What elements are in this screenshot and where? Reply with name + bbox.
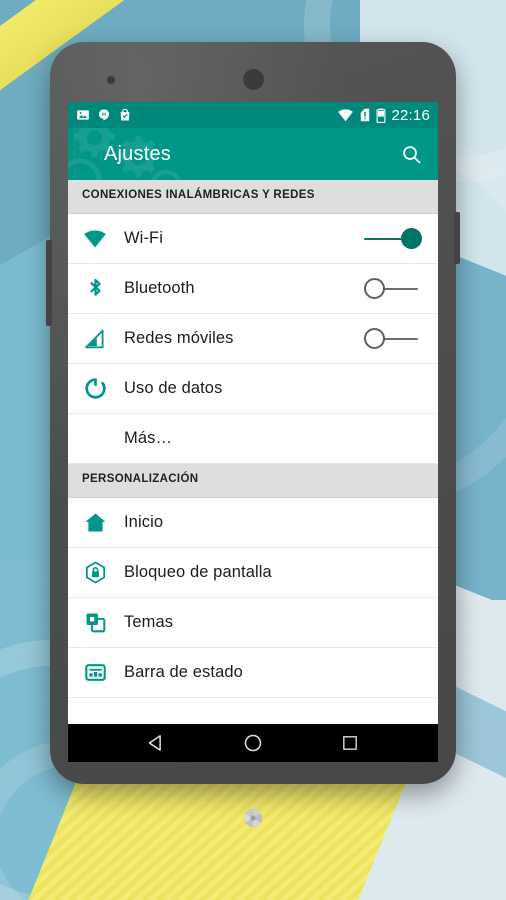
phone-device-frame: 22:16 Ajustes CONEXIONES INALÁMBRICAS Y …	[46, 42, 460, 827]
list-item-lock-screen[interactable]: Bloqueo de pantalla	[68, 548, 438, 598]
switch-track	[384, 337, 418, 340]
no-sim-warning-icon	[361, 108, 370, 122]
status-bar-system-icons: 22:16	[337, 107, 430, 124]
front-camera-icon	[107, 76, 115, 84]
phone-screen: 22:16 Ajustes CONEXIONES INALÁMBRICAS Y …	[68, 102, 438, 762]
play-store-bag-icon	[120, 108, 130, 121]
list-item-wifi[interactable]: Wi-Fi	[68, 214, 438, 264]
recents-key[interactable]	[333, 726, 367, 760]
circle-icon	[244, 734, 262, 752]
switch-knob	[401, 227, 422, 249]
wifi-icon	[338, 109, 354, 122]
status-bar-clock: 22:16	[391, 106, 430, 124]
list-item-label: Inicio	[124, 513, 164, 531]
navigation-bar	[68, 724, 438, 762]
bluetooth-icon	[82, 276, 108, 302]
switch-knob	[364, 327, 385, 349]
list-item-home[interactable]: Inicio	[68, 498, 438, 548]
status-bar: 22:16	[68, 102, 438, 128]
list-item-label: Bloqueo de pantalla	[124, 563, 272, 581]
list-item-status-bar[interactable]: Barra de estado	[68, 648, 438, 698]
list-item-label: Wi-Fi	[124, 229, 163, 247]
list-item-label: Uso de datos	[124, 379, 223, 397]
list-item-mobile-networks[interactable]: Redes móviles	[68, 314, 438, 364]
lock-shield-icon	[82, 560, 108, 586]
signal-bars-icon	[82, 326, 108, 352]
list-item-label: Barra de estado	[124, 663, 243, 681]
earpiece-speaker	[243, 69, 264, 90]
list-item-bluetooth[interactable]: Bluetooth	[68, 264, 438, 314]
mobile-networks-toggle-switch[interactable]	[362, 324, 424, 354]
list-item-label: Temas	[124, 613, 174, 631]
bluetooth-toggle-switch[interactable]	[362, 274, 424, 304]
switch-track	[364, 237, 404, 240]
section-header-wireless: CONEXIONES INALÁMBRICAS Y REDES	[68, 180, 438, 214]
home-key[interactable]	[236, 726, 270, 760]
status-bar-notifications	[76, 108, 132, 122]
battery-icon	[376, 107, 386, 123]
page-title: Ajustes	[104, 142, 171, 165]
manufacturer-logo-icon	[243, 809, 263, 827]
status-bar-icon	[82, 660, 108, 686]
list-item-themes[interactable]: Temas	[68, 598, 438, 648]
themes-icon	[82, 610, 108, 636]
search-icon	[402, 145, 420, 163]
list-item-data-usage[interactable]: Uso de datos	[68, 364, 438, 414]
switch-track	[384, 287, 418, 290]
home-icon	[82, 510, 108, 536]
image-icon	[77, 110, 89, 120]
square-icon	[342, 736, 357, 750]
list-item-label: Más…	[124, 429, 173, 447]
data-usage-icon	[82, 376, 108, 402]
section-header-personalization: PERSONALIZACIÓN	[68, 464, 438, 498]
back-key[interactable]	[139, 726, 173, 760]
list-item-more[interactable]: Más…	[68, 414, 438, 464]
list-item-label: Redes móviles	[124, 329, 234, 347]
hangouts-icon	[98, 109, 110, 121]
settings-list[interactable]: CONEXIONES INALÁMBRICAS Y REDES Wi-Fi Bl…	[68, 180, 438, 724]
power-button[interactable]	[454, 212, 460, 264]
wifi-toggle-switch[interactable]	[362, 224, 424, 254]
switch-knob	[364, 277, 385, 299]
triangle-left-icon	[148, 735, 162, 751]
wifi-icon	[82, 226, 108, 252]
search-button[interactable]	[396, 139, 426, 169]
app-bar: Ajustes	[68, 128, 438, 180]
list-item-label: Bluetooth	[124, 279, 195, 297]
volume-rocker-button[interactable]	[46, 240, 52, 326]
